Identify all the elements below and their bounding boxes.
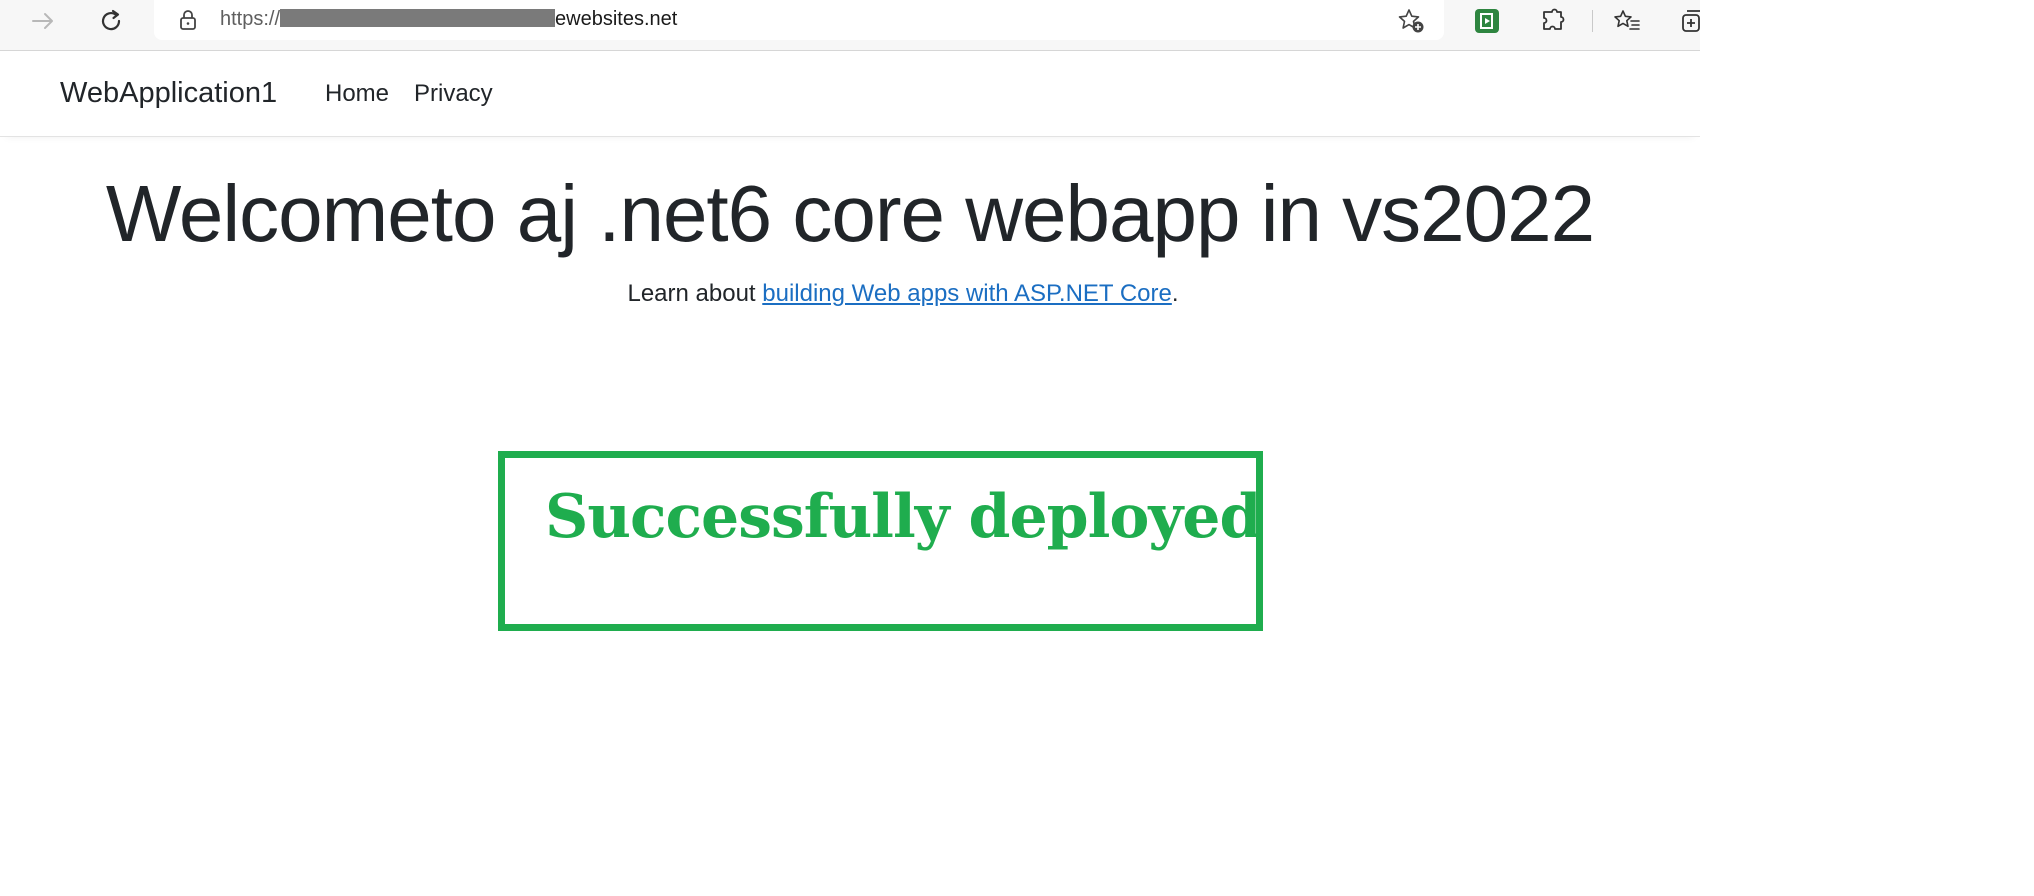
app-navbar: WebApplication1 Home Privacy [0,51,1700,137]
nav-link-privacy[interactable]: Privacy [414,80,493,108]
url-text[interactable]: https:// ewebsites.net [220,8,677,31]
page-heading: Welcometo aj .net6 core webapp in vs2022 [105,169,1595,258]
browser-toolbar: https:// ewebsites.net [0,0,1700,51]
lead-suffix: . [1171,280,1179,307]
url-redacted-block [280,9,556,27]
lock-icon[interactable] [176,8,200,32]
address-bar[interactable]: https:// ewebsites.net [154,0,1444,40]
favorites-icon[interactable] [1610,4,1644,38]
collections-icon[interactable] [1676,4,1700,38]
brand-link[interactable]: WebApplication1 [60,77,277,110]
nav-link-home[interactable]: Home [325,80,389,108]
toolbar-separator [1592,10,1593,32]
success-annotation-text: Successfully deployed [545,482,1261,552]
lead-prefix: Learn about [627,280,763,307]
docs-link[interactable]: building Web apps with ASP.NET Core [762,280,1172,307]
add-favorite-icon[interactable] [1394,4,1428,38]
url-scheme: https:// [220,8,281,30]
forward-icon[interactable] [26,4,60,38]
screen: https:// ewebsites.net WebApplication1 Ho… [0,0,1700,896]
lead-paragraph: Learn about building Web apps with ASP.N… [0,280,1700,308]
extension-app-icon[interactable] [1470,4,1504,38]
extensions-icon[interactable] [1536,4,1570,38]
url-domain: ewebsites.net [555,8,678,30]
success-annotation-box: Successfully deployed [498,451,1263,631]
refresh-icon[interactable] [94,4,128,38]
